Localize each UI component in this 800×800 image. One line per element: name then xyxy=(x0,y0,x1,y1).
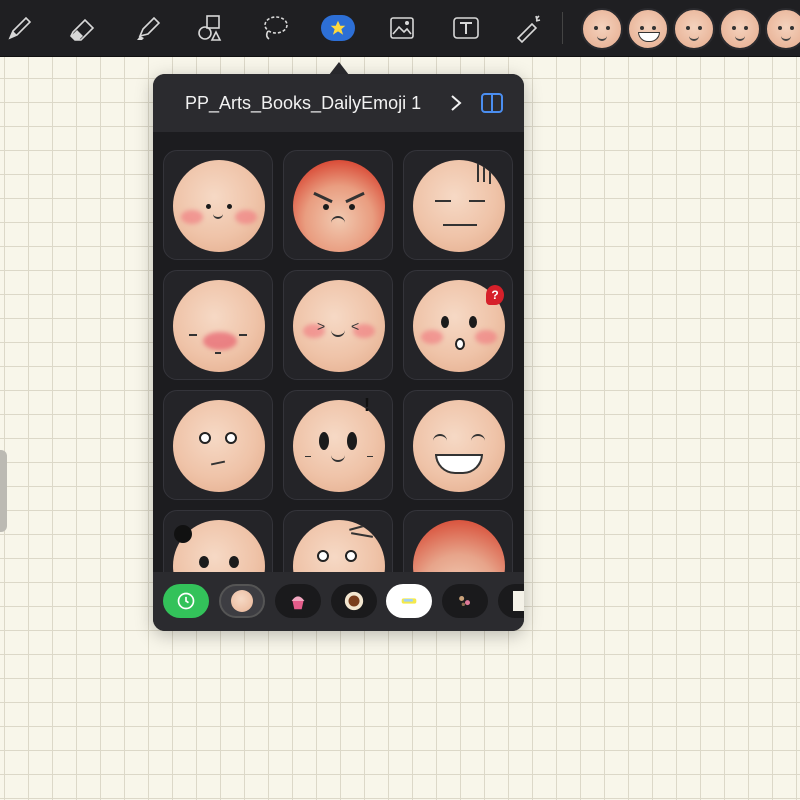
toolbar-divider xyxy=(562,12,563,44)
daily-emoji-tab[interactable] xyxy=(219,584,265,618)
sticker-thinking-up[interactable] xyxy=(163,390,273,500)
sticker-exclaim[interactable]: ! xyxy=(283,390,393,500)
paper-icon xyxy=(513,591,524,611)
laser-pointer-icon[interactable] xyxy=(508,8,548,48)
sticker-blush-face[interactable] xyxy=(765,8,800,50)
image-icon[interactable] xyxy=(382,8,422,48)
popover-header: PP_Arts_Books_DailyEmoji 1 xyxy=(153,74,524,132)
sticker-confused-lines[interactable] xyxy=(283,510,393,572)
paper-tab[interactable] xyxy=(498,584,524,618)
cookie-icon xyxy=(344,591,364,611)
sticker-surprised-question[interactable]: ? xyxy=(403,270,513,380)
recent-tab[interactable] xyxy=(163,584,209,618)
sticker-angry-red[interactable] xyxy=(283,150,393,260)
sticker-smile-blush[interactable] xyxy=(163,150,273,260)
sparkle-tab[interactable] xyxy=(442,584,488,618)
top-toolbar xyxy=(0,0,800,57)
sidebar-toggle-icon[interactable] xyxy=(481,93,503,113)
sticker-shy-blush[interactable] xyxy=(163,270,273,380)
sticker-grid: > < ? ! xyxy=(153,132,524,572)
favorites-active-badge xyxy=(321,15,355,41)
sticker-collection-title[interactable]: PP_Arts_Books_DailyEmoji 1 xyxy=(185,93,421,114)
sticker-grin-face[interactable] xyxy=(627,8,669,50)
sticker-red-top[interactable] xyxy=(403,510,513,572)
sticker-pout-face[interactable] xyxy=(673,8,715,50)
favorites-star-icon[interactable] xyxy=(318,8,358,48)
stickers-popover: PP_Arts_Books_DailyEmoji 1 > < ? ! xyxy=(153,74,524,631)
clock-icon xyxy=(177,592,195,610)
sticker-calm-face[interactable] xyxy=(719,8,761,50)
sparkle-icon xyxy=(459,596,470,606)
question-mark-badge: ? xyxy=(486,285,504,305)
cupcake-icon xyxy=(291,596,305,610)
shapes-icon[interactable] xyxy=(190,8,230,48)
scribble-badge xyxy=(174,525,192,543)
highlight-tab[interactable] xyxy=(386,584,432,618)
exclamation-mark: ! xyxy=(364,395,370,415)
sticker-wink-face[interactable] xyxy=(581,8,623,50)
cookie-tab[interactable] xyxy=(331,584,377,618)
sticker-tabs-bar xyxy=(153,572,524,631)
lasso-icon[interactable] xyxy=(255,8,295,48)
sticker-big-grin[interactable] xyxy=(403,390,513,500)
highlighter-icon[interactable] xyxy=(128,8,168,48)
pen-icon[interactable] xyxy=(0,8,40,48)
sidebar-handle[interactable] xyxy=(0,450,7,532)
sticker-gloomy[interactable] xyxy=(403,150,513,260)
cupcake-tab[interactable] xyxy=(275,584,321,618)
emoji-face-icon xyxy=(231,590,253,612)
highlight-swatch-icon xyxy=(401,598,417,604)
sticker-dizzy[interactable] xyxy=(163,510,273,572)
chevron-right-icon[interactable] xyxy=(449,94,463,112)
eraser-icon[interactable] xyxy=(63,8,103,48)
sticker-squint-blush[interactable]: > < xyxy=(283,270,393,380)
text-box-icon[interactable] xyxy=(446,8,486,48)
